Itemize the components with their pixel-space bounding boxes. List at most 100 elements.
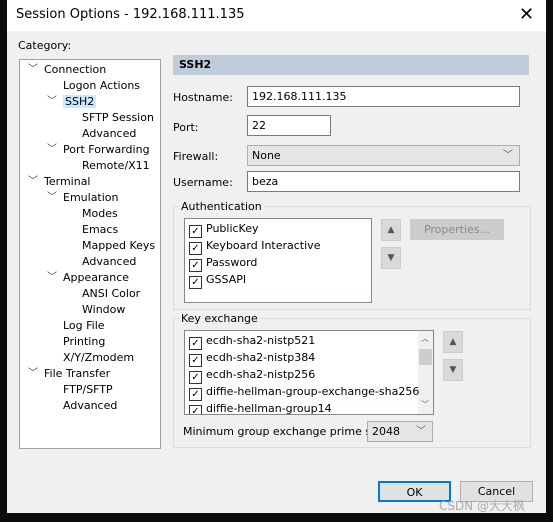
tree-item[interactable]: ﹀ SSH2 <box>47 95 97 109</box>
list-item[interactable]: ✓ PublicKey <box>189 221 259 238</box>
firewall-select[interactable]: None ﹀ <box>247 145 520 166</box>
list-item[interactable]: ✓ Keyboard Interactive <box>189 238 320 255</box>
tree-item-label: Remote/X11 <box>82 159 150 172</box>
properties-button[interactable]: Properties... <box>410 219 504 240</box>
key-exchange-list[interactable]: ︿ ﹀ ✓ ecdh-sha2-nistp521 ✓ ecdh-sha2-nistp3… <box>184 330 434 415</box>
tree-item-label: Emacs <box>82 223 119 236</box>
category-tree[interactable]: ﹀ Connection Logon Actions ﹀ SSH2 SFTP Sessio… <box>19 59 161 449</box>
firewall-label: Firewall: <box>173 150 219 163</box>
tree-item[interactable]: Advanced <box>82 255 136 269</box>
min-prime-select[interactable]: 2048 ﹀ <box>367 421 433 442</box>
chevron-down-icon[interactable]: ﹀ <box>28 175 38 189</box>
list-item-label: diffie-hellman-group14 <box>206 402 332 415</box>
checkbox[interactable]: ✓ <box>189 371 202 384</box>
chevron-down-icon[interactable]: ﹀ <box>28 367 38 381</box>
chevron-down-icon[interactable]: ﹀ <box>47 191 57 205</box>
username-input[interactable]: beza <box>247 171 520 192</box>
watermark: CSDN @大大枫 <box>439 499 526 513</box>
tree-item-label: Log File <box>63 319 105 332</box>
chevron-down-icon[interactable]: ﹀ <box>47 271 57 285</box>
tree-item[interactable]: SFTP Session <box>82 111 154 125</box>
tree-item-label: ANSI Color <box>82 287 141 300</box>
list-item-label: Password <box>206 256 258 269</box>
list-item-label: GSSAPI <box>206 273 247 286</box>
checkbox[interactable]: ✓ <box>189 242 202 255</box>
tree-item[interactable]: Advanced <box>82 127 136 141</box>
list-item[interactable]: ✓ diffie-hellman-group-exchange-sha256 <box>189 384 419 401</box>
chevron-down-icon: ﹀ <box>416 426 426 437</box>
chevron-down-icon[interactable]: ﹀ <box>47 95 57 109</box>
tree-item[interactable]: Modes <box>82 207 118 221</box>
list-item-label: ecdh-sha2-nistp256 <box>206 368 316 381</box>
session-options-dialog: Session Options - 192.168.111.135 ✕ Cate… <box>7 0 546 513</box>
tree-item[interactable]: ﹀ Emulation <box>47 191 119 205</box>
close-icon[interactable]: ✕ <box>519 4 534 25</box>
firewall-value: None <box>252 149 281 162</box>
chevron-down-icon[interactable]: ﹀ <box>28 63 38 77</box>
window-title: Session Options - 192.168.111.135 <box>16 7 245 22</box>
checkbox[interactable]: ✓ <box>189 276 202 289</box>
tree-item[interactable]: X/Y/Zmodem <box>63 351 134 365</box>
hostname-label: Hostname: <box>173 91 233 104</box>
checkbox[interactable]: ✓ <box>189 337 202 350</box>
scroll-down-icon[interactable]: ﹀ <box>421 399 429 410</box>
port-input[interactable]: 22 <box>247 115 331 136</box>
authentication-list[interactable]: ✓ PublicKey ✓ Keyboard Interactive ✓ Password… <box>184 218 372 303</box>
tree-item[interactable]: ﹀ Connection <box>28 63 107 77</box>
kex-move-down-button[interactable]: ▼ <box>443 359 463 381</box>
list-item[interactable]: ✓ ecdh-sha2-nistp521 <box>189 333 315 350</box>
username-label: Username: <box>173 176 233 189</box>
tree-item-label: Advanced <box>82 255 137 268</box>
tree-item-label: Emulation <box>63 191 119 204</box>
chevron-down-icon[interactable]: ﹀ <box>47 143 57 157</box>
kex-scrollbar[interactable]: ︿ ﹀ <box>418 331 433 414</box>
list-item[interactable]: ✓ diffie-hellman-group14 <box>189 401 332 415</box>
tree-item-label: Window <box>82 303 126 316</box>
tree-item[interactable]: Mapped Keys <box>82 239 155 253</box>
list-item[interactable]: ✓ Password <box>189 255 257 272</box>
checkbox[interactable]: ✓ <box>189 354 202 367</box>
tree-item-label: Advanced <box>82 127 137 140</box>
list-item-label: ecdh-sha2-nistp521 <box>206 334 316 347</box>
list-item[interactable]: ✓ ecdh-sha2-nistp256 <box>189 367 315 384</box>
tree-item-label: Logon Actions <box>63 79 141 92</box>
tree-item[interactable]: ﹀ Terminal <box>28 175 91 189</box>
tree-item[interactable]: Logon Actions <box>63 79 140 93</box>
category-label: Category: <box>18 39 72 52</box>
tree-item[interactable]: ﹀ File Transfer <box>28 367 110 381</box>
list-item-label: Keyboard Interactive <box>206 239 321 252</box>
list-item[interactable]: ✓ ecdh-sha2-nistp384 <box>189 350 315 367</box>
scroll-up-icon[interactable]: ︿ <box>421 333 429 344</box>
hostname-input[interactable]: 192.168.111.135 <box>247 86 520 107</box>
auth-move-down-button[interactable]: ▼ <box>381 247 401 269</box>
min-prime-value: 2048 <box>372 425 400 438</box>
authentication-label: Authentication <box>179 200 264 213</box>
tree-item[interactable]: ANSI Color <box>82 287 140 301</box>
tree-item[interactable]: ﹀ Appearance <box>47 271 129 285</box>
tree-item[interactable]: Emacs <box>82 223 118 237</box>
title-bar: Session Options - 192.168.111.135 ✕ <box>7 0 546 31</box>
scrollbar-thumb[interactable] <box>419 349 432 365</box>
tree-item-label: Printing <box>63 335 106 348</box>
list-item-label: PublicKey <box>206 222 259 235</box>
list-item-label: ecdh-sha2-nistp384 <box>206 351 316 364</box>
auth-move-up-button[interactable]: ▲ <box>381 219 401 241</box>
checkbox[interactable]: ✓ <box>189 405 202 414</box>
tree-item[interactable]: Advanced <box>63 399 117 413</box>
tree-item-label: Modes <box>82 207 118 220</box>
tree-item[interactable]: ﹀ Port Forwarding <box>47 143 150 157</box>
tree-item[interactable]: Printing <box>63 335 105 349</box>
port-label: Port: <box>173 121 199 134</box>
kex-move-up-button[interactable]: ▲ <box>443 331 463 353</box>
tree-item[interactable]: Window <box>82 303 125 317</box>
list-item[interactable]: ✓ GSSAPI <box>189 272 246 289</box>
tree-item[interactable]: Log File <box>63 319 105 333</box>
min-prime-label: Minimum group exchange prime size: <box>183 425 391 438</box>
panel-header: SSH2 <box>173 55 529 75</box>
tree-item[interactable]: FTP/SFTP <box>63 383 113 397</box>
checkbox[interactable]: ✓ <box>189 225 202 238</box>
checkbox[interactable]: ✓ <box>189 388 202 401</box>
tree-item-label: Connection <box>44 63 107 76</box>
tree-item[interactable]: Remote/X11 <box>82 159 150 173</box>
checkbox[interactable]: ✓ <box>189 259 202 272</box>
